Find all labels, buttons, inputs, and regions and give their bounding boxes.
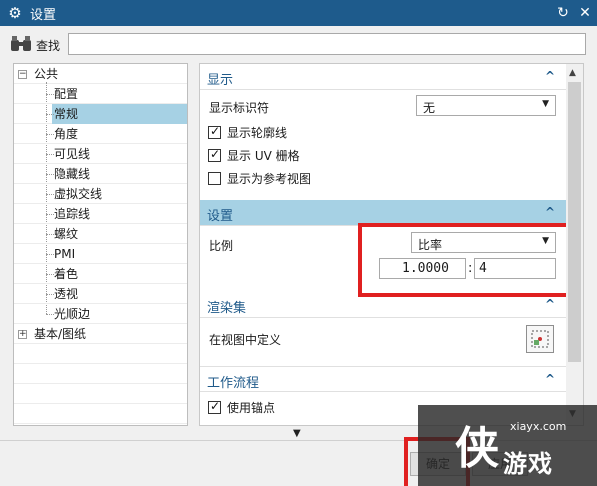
region-select-icon bbox=[531, 330, 549, 348]
tree-item-label: 常规 bbox=[54, 107, 79, 121]
section-display-header[interactable]: 显示 ^ bbox=[200, 64, 566, 90]
section-title: 显示 bbox=[207, 73, 234, 88]
category-tree: − 公共 配置 常规 角度 可见线 隐藏线 虚拟交线 追踪线 螺纹 PMI 着色… bbox=[13, 63, 188, 426]
tree-item-label: 隐藏线 bbox=[54, 167, 91, 181]
section-title: 设置 bbox=[207, 209, 234, 224]
tree-item-label: PMI bbox=[54, 247, 76, 261]
tree-item-common[interactable]: − 公共 bbox=[14, 64, 187, 84]
checkbox[interactable]: ✓ bbox=[208, 399, 221, 414]
highlight-box bbox=[358, 223, 570, 297]
vertical-scrollbar[interactable]: ▲ ▼ bbox=[566, 64, 583, 425]
checkbox-label: 使用锚点 bbox=[227, 400, 276, 415]
watermark-logo: 侠 bbox=[455, 423, 499, 474]
checkbox-reference-view[interactable]: 显示为参考视图 bbox=[208, 169, 311, 187]
close-icon[interactable]: ✕ bbox=[575, 5, 595, 21]
scroll-thumb[interactable] bbox=[568, 82, 581, 362]
tree-item-label: 光顺边 bbox=[54, 307, 91, 321]
tree-item-label: 配置 bbox=[54, 87, 79, 101]
tree-item-label: 螺纹 bbox=[54, 227, 79, 241]
section-workflow-header[interactable]: 工作流程 ^ bbox=[200, 366, 566, 392]
tree-item-label: 可见线 bbox=[54, 147, 91, 161]
checkbox[interactable]: ✓ bbox=[208, 124, 221, 139]
collapse-icon[interactable]: − bbox=[18, 70, 27, 79]
tree-item[interactable]: 光顺边 bbox=[14, 304, 187, 324]
tree-item-basic-drawing[interactable]: + 基本/图纸 bbox=[14, 324, 187, 344]
chevron-down-icon: ▼ bbox=[542, 99, 549, 109]
checkbox-use-anchor[interactable]: ✓ 使用锚点 bbox=[208, 398, 275, 416]
tree-item[interactable]: 可见线 bbox=[14, 144, 187, 164]
tree-empty-row bbox=[14, 364, 187, 384]
tree-item-label: 基本/图纸 bbox=[34, 327, 87, 341]
collapse-icon[interactable]: ^ bbox=[545, 372, 555, 386]
watermark-text: 游戏 bbox=[503, 450, 553, 478]
gear-icon: ⚙ bbox=[8, 4, 22, 22]
section-title: 渲染集 bbox=[207, 301, 247, 316]
checkbox-uv-grid[interactable]: ✓ 显示 UV 栅格 bbox=[208, 146, 300, 164]
scroll-up-icon[interactable]: ▲ bbox=[569, 68, 576, 78]
tree-empty-row bbox=[14, 344, 187, 364]
tree-item[interactable]: 隐藏线 bbox=[14, 164, 187, 184]
define-in-view-label: 在视图中定义 bbox=[209, 333, 282, 347]
section-title: 工作流程 bbox=[207, 376, 260, 391]
marker-dropdown[interactable]: 无 ▼ bbox=[416, 95, 556, 116]
tree-item[interactable]: PMI bbox=[14, 244, 187, 264]
tree-item-label: 公共 bbox=[34, 67, 59, 81]
checkbox[interactable] bbox=[208, 171, 221, 185]
settings-panel: 显示 ^ 显示标识符 无 ▼ ✓ 显示轮廓线 ✓ 显示 UV 栅格 显示为参考视… bbox=[199, 63, 584, 426]
title-bar: ⚙ 设置 ↻ ✕ bbox=[0, 0, 597, 26]
tree-item[interactable]: 虚拟交线 bbox=[14, 184, 187, 204]
dropdown-value: 无 bbox=[423, 101, 436, 115]
tree-empty-row bbox=[14, 404, 187, 424]
find-input[interactable] bbox=[68, 33, 586, 55]
define-region-button[interactable] bbox=[526, 325, 554, 353]
collapse-icon[interactable]: ^ bbox=[545, 205, 555, 219]
tree-item[interactable]: 角度 bbox=[14, 124, 187, 144]
find-row: 查找 bbox=[0, 30, 597, 58]
tree-item[interactable]: 追踪线 bbox=[14, 204, 187, 224]
collapse-icon[interactable]: ^ bbox=[545, 69, 555, 83]
tree-item[interactable]: 着色 bbox=[14, 264, 187, 284]
tree-empty-row bbox=[14, 384, 187, 404]
expand-icon[interactable]: + bbox=[18, 330, 27, 339]
watermark-site: xiayx.com bbox=[510, 420, 567, 433]
reset-icon[interactable]: ↻ bbox=[553, 5, 573, 21]
tree-item-label: 着色 bbox=[54, 267, 79, 281]
tree-item-label: 虚拟交线 bbox=[54, 187, 103, 201]
collapse-icon[interactable]: ^ bbox=[545, 297, 555, 311]
checkbox-label: 显示为参考视图 bbox=[227, 171, 312, 186]
settings-dialog: ⚙ 设置 ↻ ✕ 查找 − 公共 配置 常规 角度 可见线 隐藏线 虚拟交线 追… bbox=[0, 0, 597, 486]
tree-item-label: 角度 bbox=[54, 127, 79, 141]
find-label: 查找 bbox=[36, 39, 61, 53]
checkbox-label: 显示轮廓线 bbox=[227, 125, 288, 140]
expand-dialog-icon[interactable]: ▼ bbox=[293, 428, 301, 439]
scale-label: 比例 bbox=[209, 239, 234, 253]
tree-item-label: 追踪线 bbox=[54, 207, 91, 221]
binoculars-icon bbox=[11, 36, 31, 51]
section-render-header[interactable]: 渲染集 ^ bbox=[200, 292, 566, 318]
tree-item-label: 透视 bbox=[54, 287, 79, 301]
checkbox-outline[interactable]: ✓ 显示轮廓线 bbox=[208, 123, 287, 141]
marker-label: 显示标识符 bbox=[209, 101, 270, 115]
tree-item[interactable]: 螺纹 bbox=[14, 224, 187, 244]
checkbox-label: 显示 UV 栅格 bbox=[227, 148, 300, 163]
tree-item[interactable]: 配置 bbox=[14, 84, 187, 104]
dialog-title: 设置 bbox=[30, 7, 57, 23]
checkbox[interactable]: ✓ bbox=[208, 147, 221, 162]
tree-item-selected[interactable]: 常规 bbox=[14, 104, 187, 124]
tree-item[interactable]: 透视 bbox=[14, 284, 187, 304]
